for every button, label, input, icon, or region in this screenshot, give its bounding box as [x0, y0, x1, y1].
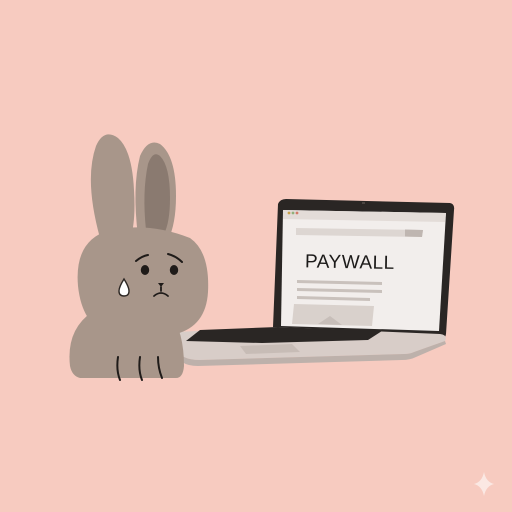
sparkle-icon [474, 472, 494, 496]
rabbit-eye-left [140, 265, 150, 275]
paywall-heading: PAYWALL [305, 251, 395, 274]
camera-dot [362, 202, 365, 204]
rabbit-ear-left [90, 134, 135, 240]
rabbit-eye-right [169, 265, 179, 275]
window-dot-close [287, 211, 291, 215]
window-dot-minimize [291, 211, 295, 215]
address-bar-button [405, 229, 423, 237]
illustration-scene: PAYWALL [0, 0, 512, 512]
rabbit-head [77, 227, 209, 338]
window-dot-maximize [295, 211, 299, 215]
scene-svg: PAYWALL [69, 134, 494, 496]
laptop-icon: PAYWALL [167, 199, 455, 366]
